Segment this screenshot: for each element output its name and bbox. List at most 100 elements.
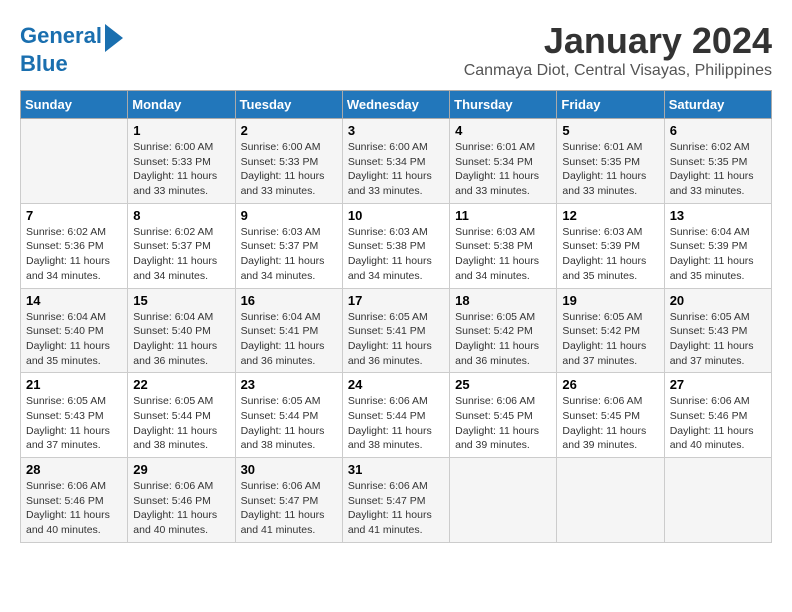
day-info: Sunrise: 6:00 AMSunset: 5:33 PMDaylight:… [241, 140, 337, 199]
day-number: 11 [455, 208, 551, 223]
calendar-cell: 16 Sunrise: 6:04 AMSunset: 5:41 PMDayligh… [235, 288, 342, 373]
calendar-cell: 24 Sunrise: 6:06 AMSunset: 5:44 PMDayligh… [342, 373, 449, 458]
calendar-week-row: 14Sunrise: 6:04 AMSunset: 5:40 PMDayligh… [21, 288, 772, 373]
calendar-cell: 21Sunrise: 6:05 AMSunset: 5:43 PMDayligh… [21, 373, 128, 458]
day-info: Sunrise: 6:05 AMSunset: 5:42 PMDaylight:… [455, 310, 551, 369]
day-info: Sunrise: 6:06 AMSunset: 5:46 PMDaylight:… [26, 479, 122, 538]
day-number: 17 [348, 293, 444, 308]
day-info: Sunrise: 6:01 AMSunset: 5:35 PMDaylight:… [562, 140, 658, 199]
calendar-cell: 9 Sunrise: 6:03 AMSunset: 5:37 PMDaylight… [235, 203, 342, 288]
day-info: Sunrise: 6:05 AMSunset: 5:41 PMDaylight:… [348, 310, 444, 369]
day-number: 29 [133, 462, 229, 477]
calendar-cell: 23 Sunrise: 6:05 AMSunset: 5:44 PMDayligh… [235, 373, 342, 458]
calendar-week-row: 7 Sunrise: 6:02 AMSunset: 5:36 PMDaylight… [21, 203, 772, 288]
calendar-cell: 28 Sunrise: 6:06 AMSunset: 5:46 PMDayligh… [21, 458, 128, 543]
day-number: 18 [455, 293, 551, 308]
calendar-cell: 30Sunrise: 6:06 AMSunset: 5:47 PMDayligh… [235, 458, 342, 543]
page-header: General Blue January 2024 Canmaya Diot, … [20, 20, 772, 80]
day-number: 16 [241, 293, 337, 308]
day-info: Sunrise: 6:04 AMSunset: 5:41 PMDaylight:… [241, 310, 337, 369]
calendar-cell: 5Sunrise: 6:01 AMSunset: 5:35 PMDaylight… [557, 119, 664, 204]
day-number: 10 [348, 208, 444, 223]
day-info: Sunrise: 6:02 AMSunset: 5:37 PMDaylight:… [133, 225, 229, 284]
calendar-cell [557, 458, 664, 543]
day-number: 3 [348, 123, 444, 138]
day-number: 19 [562, 293, 658, 308]
calendar-cell: 14Sunrise: 6:04 AMSunset: 5:40 PMDayligh… [21, 288, 128, 373]
calendar-header-row: SundayMondayTuesdayWednesdayThursdayFrid… [21, 91, 772, 119]
day-number: 26 [562, 377, 658, 392]
title-section: January 2024 Canmaya Diot, Central Visay… [464, 20, 772, 80]
logo-text: General [20, 24, 102, 48]
day-number: 25 [455, 377, 551, 392]
calendar-cell: 31 Sunrise: 6:06 AMSunset: 5:47 PMDayligh… [342, 458, 449, 543]
day-info: Sunrise: 6:00 AMSunset: 5:33 PMDaylight:… [133, 140, 229, 199]
day-info: Sunrise: 6:03 AMSunset: 5:38 PMDaylight:… [455, 225, 551, 284]
calendar-cell [21, 119, 128, 204]
day-info: Sunrise: 6:06 AMSunset: 5:46 PMDaylight:… [133, 479, 229, 538]
calendar-cell: 8 Sunrise: 6:02 AMSunset: 5:37 PMDaylight… [128, 203, 235, 288]
day-info: Sunrise: 6:05 AMSunset: 5:44 PMDaylight:… [241, 394, 337, 453]
day-number: 13 [670, 208, 766, 223]
logo-general: General [20, 23, 102, 48]
day-number: 23 [241, 377, 337, 392]
day-info: Sunrise: 6:06 AMSunset: 5:45 PMDaylight:… [562, 394, 658, 453]
day-number: 28 [26, 462, 122, 477]
logo: General Blue [20, 20, 123, 76]
day-number: 15 [133, 293, 229, 308]
calendar-cell [664, 458, 771, 543]
day-info: Sunrise: 6:02 AMSunset: 5:36 PMDaylight:… [26, 225, 122, 284]
day-info: Sunrise: 6:00 AMSunset: 5:34 PMDaylight:… [348, 140, 444, 199]
header-tuesday: Tuesday [235, 91, 342, 119]
calendar-table: SundayMondayTuesdayWednesdayThursdayFrid… [20, 90, 772, 543]
logo-arrow-icon [105, 24, 123, 52]
calendar-cell: 6 Sunrise: 6:02 AMSunset: 5:35 PMDaylight… [664, 119, 771, 204]
day-number: 1 [133, 123, 229, 138]
day-number: 24 [348, 377, 444, 392]
calendar-cell: 20 Sunrise: 6:05 AMSunset: 5:43 PMDayligh… [664, 288, 771, 373]
header-friday: Friday [557, 91, 664, 119]
day-info: Sunrise: 6:02 AMSunset: 5:35 PMDaylight:… [670, 140, 766, 199]
day-number: 8 [133, 208, 229, 223]
calendar-cell: 11 Sunrise: 6:03 AMSunset: 5:38 PMDayligh… [450, 203, 557, 288]
day-info: Sunrise: 6:06 AMSunset: 5:44 PMDaylight:… [348, 394, 444, 453]
calendar-cell: 7 Sunrise: 6:02 AMSunset: 5:36 PMDaylight… [21, 203, 128, 288]
calendar-cell [450, 458, 557, 543]
day-number: 9 [241, 208, 337, 223]
header-thursday: Thursday [450, 91, 557, 119]
calendar-cell: 3 Sunrise: 6:00 AMSunset: 5:34 PMDaylight… [342, 119, 449, 204]
day-number: 14 [26, 293, 122, 308]
calendar-week-row: 21Sunrise: 6:05 AMSunset: 5:43 PMDayligh… [21, 373, 772, 458]
calendar-cell: 22Sunrise: 6:05 AMSunset: 5:44 PMDayligh… [128, 373, 235, 458]
calendar-cell: 2 Sunrise: 6:00 AMSunset: 5:33 PMDaylight… [235, 119, 342, 204]
calendar-cell: 15Sunrise: 6:04 AMSunset: 5:40 PMDayligh… [128, 288, 235, 373]
day-number: 21 [26, 377, 122, 392]
calendar-cell: 29 Sunrise: 6:06 AMSunset: 5:46 PMDayligh… [128, 458, 235, 543]
day-number: 2 [241, 123, 337, 138]
day-number: 12 [562, 208, 658, 223]
day-info: Sunrise: 6:05 AMSunset: 5:42 PMDaylight:… [562, 310, 658, 369]
day-number: 22 [133, 377, 229, 392]
day-info: Sunrise: 6:03 AMSunset: 5:37 PMDaylight:… [241, 225, 337, 284]
calendar-cell: 17 Sunrise: 6:05 AMSunset: 5:41 PMDayligh… [342, 288, 449, 373]
calendar-cell: 25Sunrise: 6:06 AMSunset: 5:45 PMDayligh… [450, 373, 557, 458]
day-info: Sunrise: 6:03 AMSunset: 5:38 PMDaylight:… [348, 225, 444, 284]
day-info: Sunrise: 6:04 AMSunset: 5:39 PMDaylight:… [670, 225, 766, 284]
day-number: 7 [26, 208, 122, 223]
header-monday: Monday [128, 91, 235, 119]
calendar-cell: 27Sunrise: 6:06 AMSunset: 5:46 PMDayligh… [664, 373, 771, 458]
day-info: Sunrise: 6:06 AMSunset: 5:46 PMDaylight:… [670, 394, 766, 453]
day-info: Sunrise: 6:05 AMSunset: 5:43 PMDaylight:… [670, 310, 766, 369]
day-number: 30 [241, 462, 337, 477]
calendar-cell: 10 Sunrise: 6:03 AMSunset: 5:38 PMDayligh… [342, 203, 449, 288]
day-number: 20 [670, 293, 766, 308]
day-info: Sunrise: 6:01 AMSunset: 5:34 PMDaylight:… [455, 140, 551, 199]
day-number: 31 [348, 462, 444, 477]
calendar-cell: 26 Sunrise: 6:06 AMSunset: 5:45 PMDayligh… [557, 373, 664, 458]
day-number: 4 [455, 123, 551, 138]
header-wednesday: Wednesday [342, 91, 449, 119]
day-number: 6 [670, 123, 766, 138]
calendar-cell: 13 Sunrise: 6:04 AMSunset: 5:39 PMDayligh… [664, 203, 771, 288]
logo-blue: Blue [20, 52, 123, 76]
day-info: Sunrise: 6:06 AMSunset: 5:47 PMDaylight:… [348, 479, 444, 538]
